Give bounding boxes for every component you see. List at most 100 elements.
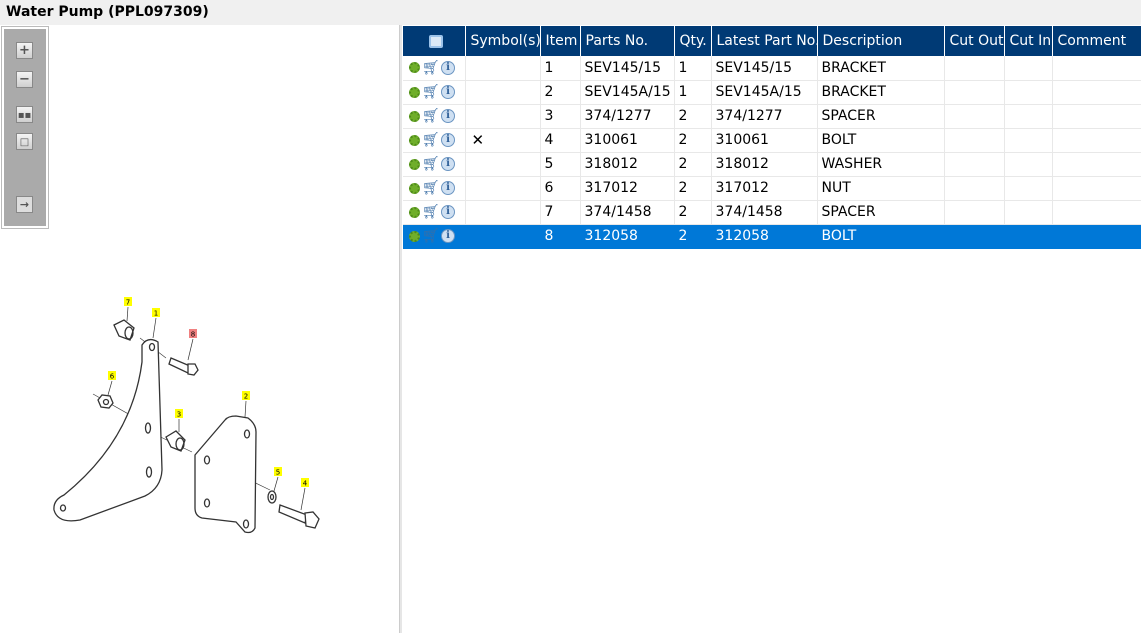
table-row[interactable]: 🛒︎ i 2 SEV145A/15 1 SEV145A/15 BRACKET (403, 80, 1141, 105)
cell-description: BRACKET (817, 80, 945, 105)
cell-symbols (465, 176, 541, 201)
gear-icon[interactable] (409, 182, 420, 194)
cell-description: BRACKET (817, 56, 945, 81)
cell-symbols (465, 56, 541, 81)
diagram-pane[interactable]: 1 2 3 4 5 6 7 8 + − ▪▪ □ → (0, 25, 399, 633)
gear-icon[interactable] (409, 230, 420, 242)
callout-6[interactable]: 6 (108, 371, 116, 381)
search-parts-icon[interactable] (429, 34, 444, 48)
info-icon[interactable]: i (441, 181, 455, 195)
cell-qty: 2 (674, 128, 712, 153)
cell-qty: 2 (674, 224, 712, 249)
svg-text:1: 1 (154, 310, 158, 318)
pane-splitter[interactable] (399, 25, 402, 633)
cell-cut-in (1004, 200, 1053, 225)
cell-symbols (465, 224, 541, 249)
diagram-toolbar: + − ▪▪ □ → (1, 26, 49, 229)
bolt-part-8 (168, 357, 191, 374)
info-icon[interactable]: i (441, 157, 455, 171)
callout-1[interactable]: 1 (152, 308, 160, 318)
washer-part-5 (267, 490, 277, 504)
row-actions: 🛒︎ i (403, 152, 466, 177)
gear-icon[interactable] (409, 206, 420, 218)
gear-icon[interactable] (409, 134, 420, 146)
spacer-part-3 (165, 430, 186, 452)
cart-icon[interactable]: 🛒︎ (422, 180, 440, 196)
callout-5[interactable]: 5 (274, 467, 282, 477)
actual-size-button[interactable]: □ (16, 133, 33, 150)
row-actions: 🛒︎ i (403, 176, 466, 201)
table-row[interactable]: 🛒︎ i 1 SEV145/15 1 SEV145/15 BRACKET (403, 56, 1141, 81)
callout-7[interactable]: 7 (124, 297, 132, 307)
gear-icon[interactable] (409, 110, 420, 122)
column-header-cut-in[interactable]: Cut In (1004, 26, 1053, 56)
cell-latest-part-no: 317012 (711, 176, 818, 201)
gear-icon[interactable] (409, 158, 420, 170)
cart-icon[interactable]: 🛒︎ (422, 108, 440, 124)
cell-symbols (465, 104, 541, 129)
table-row[interactable]: 🛒︎ i 5 318012 2 318012 WASHER (403, 152, 1141, 177)
cart-icon[interactable]: 🛒︎ (422, 60, 440, 76)
info-icon[interactable]: i (441, 60, 455, 75)
table-row[interactable]: 🛒︎ i 8 312058 2 312058 BOLT (403, 224, 1141, 249)
gear-icon[interactable] (409, 62, 420, 74)
cell-item: 6 (540, 176, 581, 201)
cell-symbols (465, 152, 541, 177)
row-actions: 🛒︎ i (403, 80, 466, 105)
gear-icon[interactable] (409, 86, 420, 98)
cell-comment (1052, 104, 1141, 129)
cart-icon[interactable]: 🛒︎ (422, 156, 440, 172)
cell-parts-no: 374/1277 (580, 104, 675, 129)
nut-part-6 (97, 394, 114, 409)
cell-description: WASHER (817, 152, 945, 177)
column-header-cut-out[interactable]: Cut Out (944, 26, 1005, 56)
table-row[interactable]: 🛒︎ i 3 374/1277 2 374/1277 SPACER (403, 104, 1141, 129)
cell-symbols (465, 200, 541, 225)
info-icon[interactable]: i (441, 85, 455, 99)
table-row[interactable]: 🛒︎ i 6 317012 2 317012 NUT (403, 176, 1141, 201)
row-actions: 🛒︎ i (403, 200, 466, 225)
column-header-parts-no[interactable]: Parts No. (580, 26, 675, 56)
callout-3[interactable]: 3 (175, 409, 183, 419)
info-icon[interactable]: i (441, 205, 455, 219)
exploded-diagram[interactable]: 1 2 3 4 5 6 7 8 (0, 25, 399, 633)
column-header-tools[interactable] (403, 26, 466, 56)
cell-cut-in (1004, 176, 1053, 201)
export-list-button[interactable]: → (16, 196, 33, 213)
column-header-symbols[interactable]: Symbol(s) (465, 26, 541, 56)
zoom-out-button[interactable]: − (16, 71, 33, 88)
info-icon[interactable]: i (441, 109, 455, 123)
column-header-qty[interactable]: Qty. (674, 26, 712, 56)
cell-parts-no: SEV145/15 (580, 56, 675, 81)
cart-icon[interactable]: 🛒︎ (422, 132, 440, 148)
cell-comment (1052, 152, 1141, 177)
callout-4[interactable]: 4 (301, 478, 309, 488)
column-header-description[interactable]: Description (817, 26, 945, 56)
cell-comment (1052, 176, 1141, 201)
svg-text:5: 5 (276, 469, 280, 477)
info-icon[interactable]: i (441, 229, 455, 243)
bolt-part-4 (278, 504, 308, 524)
cell-cut-out (944, 200, 1005, 225)
table-row[interactable]: 🛒︎ i 7 374/1458 2 374/1458 SPACER (403, 200, 1141, 225)
row-actions: 🛒︎ i (403, 128, 466, 153)
column-header-latest-part-no[interactable]: Latest Part No. (711, 26, 818, 56)
cell-latest-part-no: 318012 (711, 152, 818, 177)
cart-icon[interactable]: 🛒︎ (422, 228, 440, 244)
cell-comment (1052, 200, 1141, 225)
info-icon[interactable]: i (441, 133, 455, 147)
cell-cut-out (944, 152, 1005, 177)
cell-cut-out (944, 80, 1005, 105)
cart-icon[interactable]: 🛒︎ (422, 84, 440, 100)
callout-2[interactable]: 2 (242, 391, 250, 401)
column-header-comment[interactable]: Comment (1052, 26, 1141, 56)
cell-qty: 2 (674, 176, 712, 201)
zoom-in-button[interactable]: + (16, 42, 33, 59)
cell-item: 1 (540, 56, 581, 81)
table-row[interactable]: 🛒︎ i ✕ 4 310061 2 310061 BOLT (403, 128, 1141, 153)
fit-all-button[interactable]: ▪▪ (16, 106, 33, 123)
cell-qty: 2 (674, 104, 712, 129)
column-header-item[interactable]: Item (540, 26, 581, 56)
cart-icon[interactable]: 🛒︎ (422, 204, 440, 220)
callout-8[interactable]: 8 (189, 329, 197, 339)
